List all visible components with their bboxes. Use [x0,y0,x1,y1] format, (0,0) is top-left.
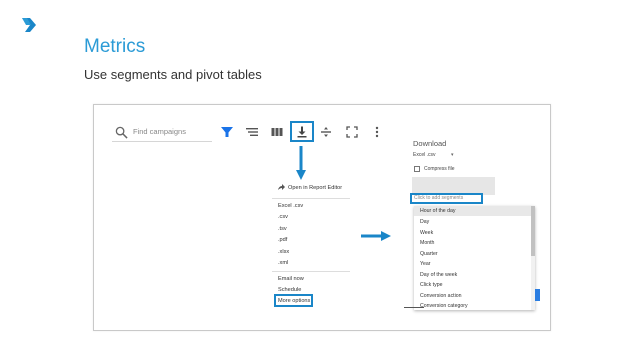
screenshot-frame: Find campaigns Open in Report Editor Exc… [93,104,551,331]
right-arrow-icon [361,231,391,241]
filter-icon[interactable] [220,125,234,139]
fullscreen-icon[interactable] [345,125,359,139]
menu-item-xml[interactable]: .xml [278,260,288,266]
segment-option[interactable]: Quarter [420,251,438,257]
search-underline [112,141,212,142]
segment-option[interactable]: Week [420,230,433,236]
download-panel-title: Download [413,139,447,148]
compare-icon[interactable] [319,125,333,139]
more-icon[interactable] [370,125,384,139]
download-icon[interactable] [295,125,309,139]
format-select[interactable]: Excel .csv [413,152,436,158]
menu-item-open-report-editor[interactable]: Open in Report Editor [288,185,342,191]
segments-placeholder: Click to add segments [414,195,464,201]
menu-divider [272,198,350,199]
scrollbar-thumb[interactable] [531,206,535,256]
open-external-icon [278,184,285,190]
segment-option[interactable]: Year [420,261,430,267]
panel-divider [404,307,424,308]
menu-item-pdf[interactable]: .pdf [278,237,287,243]
menu-item-tsv[interactable]: .tsv [278,226,287,232]
segment-option[interactable]: Day [420,219,429,225]
segment-icon[interactable] [245,125,259,139]
segment-option[interactable]: Conversion category [420,303,468,309]
segment-option[interactable]: Conversion action [420,293,462,299]
logo-icon [22,18,36,32]
compress-label: Compress file [424,166,455,172]
segment-option[interactable]: Month [420,240,434,246]
page-subtitle: Use segments and pivot tables [84,67,262,82]
down-arrow-icon [296,146,306,180]
segment-option[interactable]: Click type [420,282,443,288]
compress-checkbox[interactable] [414,166,420,172]
slide: Metrics Use segments and pivot tables Fi… [0,0,640,360]
menu-item-schedule[interactable]: Schedule [278,287,301,293]
segment-option[interactable]: Day of the week [420,272,457,278]
page-title: Metrics [84,36,146,57]
menu-item-excel-csv[interactable]: Excel .csv [278,203,303,209]
menu-item-xlsx[interactable]: .xlsx [278,249,289,255]
chevron-down-icon[interactable]: ▾ [451,152,454,158]
columns-icon[interactable] [270,125,284,139]
more-options-highlight [274,294,313,307]
menu-item-email-now[interactable]: Email now [278,276,304,282]
apply-button[interactable] [535,289,540,301]
segment-option[interactable]: Hour of the day [414,206,531,216]
segments-dropdown: Hour of the day Day Week Month Quarter Y… [414,206,535,310]
menu-item-csv[interactable]: .csv [278,214,288,220]
search-icon[interactable] [115,126,128,139]
menu-divider [272,271,350,272]
search-input[interactable]: Find campaigns [133,127,186,136]
